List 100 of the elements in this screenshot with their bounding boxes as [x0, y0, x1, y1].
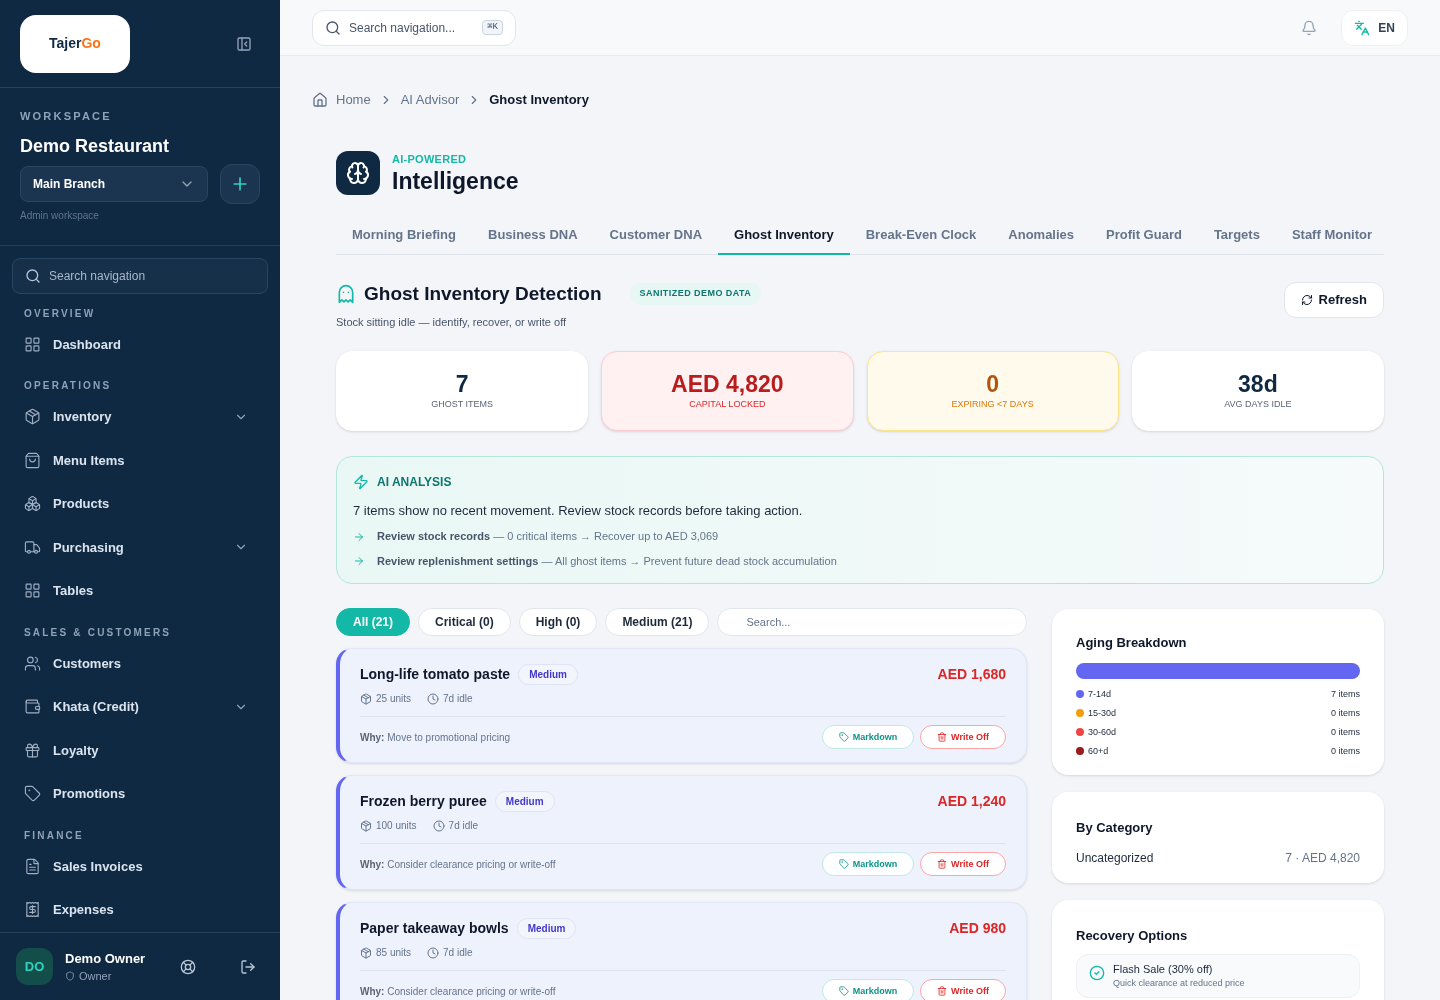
- document-icon: [24, 857, 41, 875]
- trash-icon: [937, 732, 948, 743]
- grid-icon: [24, 582, 41, 600]
- trash-icon: [937, 859, 948, 870]
- ghost-icon: [336, 284, 356, 304]
- section-label: FINANCE: [23, 828, 85, 843]
- breadcrumb-link[interactable]: AI Advisor: [400, 90, 460, 110]
- wallet-icon: [24, 698, 41, 716]
- write-off-button[interactable]: Write Off: [920, 725, 1006, 750]
- stat-value: 7: [455, 369, 469, 399]
- markdown-button[interactable]: Markdown: [822, 852, 914, 877]
- box-icon: [360, 819, 372, 832]
- nav-item[interactable]: Purchasing: [12, 525, 268, 569]
- logout-icon[interactable]: [240, 958, 256, 975]
- tag-icon: [24, 785, 41, 803]
- analysis-title: AI ANALYSIS: [377, 473, 452, 491]
- truck-icon: [24, 538, 41, 556]
- check-circle-icon: [1089, 964, 1105, 981]
- grid-icon: [24, 335, 41, 353]
- section-label: OVERVIEW: [23, 306, 97, 321]
- tab[interactable]: Ghost Inventory: [718, 216, 850, 255]
- collapse-sidebar-icon[interactable]: [236, 35, 252, 52]
- tab[interactable]: Staff Monitor: [1275, 216, 1389, 255]
- filter-search-field[interactable]: Search...: [717, 608, 1027, 637]
- translate-icon: [1354, 19, 1371, 36]
- section-title: Ghost Inventory Detection: [364, 281, 602, 306]
- nav-item[interactable]: Inventory: [12, 395, 268, 439]
- receipt-icon: [24, 901, 41, 919]
- gift-icon: [24, 741, 41, 759]
- search-icon: [325, 19, 341, 36]
- tab[interactable]: Morning Briefing: [336, 216, 472, 255]
- stat-value: AED 4,820: [671, 369, 784, 399]
- recovery-option[interactable]: Flash Sale (30% off) Quick clearance at reduced price: [1076, 953, 1360, 998]
- markdown-button[interactable]: Markdown: [822, 979, 914, 1000]
- idle-time: 7d idle: [448, 819, 479, 834]
- reason-text: Why: Consider clearance pricing or write-off: [360, 857, 556, 872]
- nav-item[interactable]: Loyalty: [12, 728, 268, 772]
- nav-item[interactable]: Menu Items: [12, 438, 268, 482]
- category-name: Uncategorized: [1076, 850, 1154, 868]
- nav-item[interactable]: Promotions: [12, 772, 268, 816]
- write-off-button[interactable]: Write Off: [920, 852, 1006, 877]
- branch-select[interactable]: Main Branch: [20, 165, 208, 202]
- help-icon[interactable]: [180, 958, 196, 975]
- tab[interactable]: Break-Even Clock: [849, 216, 993, 255]
- language-button[interactable]: EN: [1341, 9, 1408, 46]
- arrow-icon: [353, 555, 365, 567]
- tab[interactable]: Profit Guard: [1090, 216, 1198, 255]
- nav-item[interactable]: Products: [12, 482, 268, 526]
- refresh-button[interactable]: Refresh: [1283, 281, 1384, 318]
- nav-item[interactable]: Dashboard: [12, 322, 268, 366]
- workspace-note: Admin workspace: [20, 208, 100, 223]
- arrow-icon: [353, 530, 365, 543]
- tab[interactable]: Business DNA: [472, 216, 594, 255]
- boxes-icon: [24, 495, 41, 513]
- box-icon: [360, 946, 372, 959]
- tag-icon: [838, 986, 849, 997]
- lightning-icon: [353, 473, 369, 490]
- reason-text: Why: Move to promotional pricing: [360, 730, 511, 745]
- filter-chip[interactable]: Critical (0): [418, 608, 511, 637]
- unit-count: 85 units: [376, 946, 412, 961]
- trash-icon: [937, 986, 948, 997]
- brain-icon: [346, 161, 370, 186]
- analysis-summary: 7 items show no recent movement. Review stock records before taking action.: [353, 501, 804, 520]
- nav-item[interactable]: Tables: [12, 569, 268, 613]
- idle-time: 7d idle: [443, 692, 473, 707]
- add-branch-button[interactable]: [220, 163, 260, 204]
- workspace-name: Demo Restaurant: [20, 134, 171, 158]
- section-subtitle: Stock sitting idle — identify, recover, or write off: [336, 315, 568, 331]
- stat-value: 0: [986, 369, 999, 399]
- markdown-button[interactable]: Markdown: [822, 725, 914, 750]
- card-title: Recovery Options: [1076, 927, 1189, 946]
- filter-chip[interactable]: Medium (21): [605, 608, 710, 637]
- legend-count: 0 items: [1331, 744, 1360, 758]
- logo[interactable]: TajerGo: [20, 14, 130, 73]
- nav-item[interactable]: Sales Invoices: [12, 844, 268, 888]
- write-off-button[interactable]: Write Off: [920, 979, 1006, 1000]
- shield-icon: [65, 971, 75, 982]
- users-icon: [24, 654, 41, 672]
- unit-count: 25 units: [376, 692, 412, 707]
- idle-time: 7d idle: [443, 946, 473, 961]
- nav-item[interactable]: Expenses: [12, 888, 268, 932]
- nav-item[interactable]: Customers: [12, 641, 268, 685]
- tab[interactable]: Targets: [1197, 216, 1276, 255]
- tab[interactable]: Customer DNA: [593, 216, 719, 255]
- top-search-field[interactable]: Search navigation... ⌘K: [312, 9, 516, 46]
- severity-tag: Medium: [518, 664, 578, 686]
- section-label: WORKSPACE: [20, 109, 113, 124]
- tab[interactable]: Anomalies: [992, 216, 1091, 255]
- legend-count: 7 items: [1331, 687, 1360, 701]
- user-avatar: DO: [16, 948, 53, 985]
- filter-chip[interactable]: High (0): [518, 608, 598, 637]
- user-role: Owner: [79, 969, 112, 984]
- item-value: AED 1,240: [937, 792, 1006, 812]
- sidebar-search-field[interactable]: Search navigation: [12, 257, 268, 294]
- item-name: Long-life tomato paste: [360, 665, 511, 685]
- nav-item[interactable]: Khata (Credit): [12, 685, 268, 729]
- shortcut-key: ⌘K: [482, 19, 503, 36]
- card-title: Aging Breakdown: [1076, 634, 1188, 653]
- breadcrumb-link[interactable]: Home: [336, 90, 371, 110]
- legend-count: 0 items: [1331, 706, 1360, 720]
